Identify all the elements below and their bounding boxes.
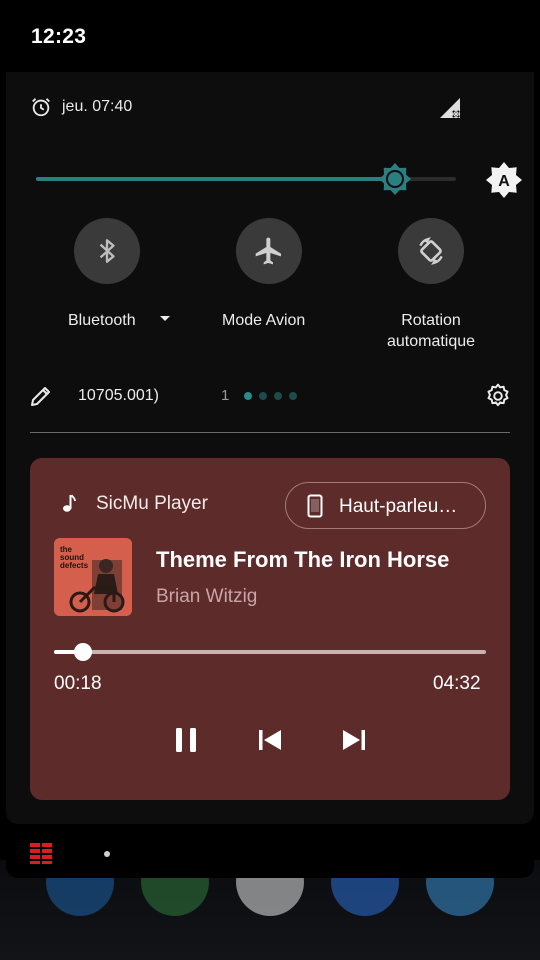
page-dot-3 xyxy=(274,392,282,400)
clock: 12:23 xyxy=(31,25,87,48)
previous-track-button[interactable] xyxy=(254,724,286,756)
build-number: 10705.001) xyxy=(78,387,159,404)
alarm-clock-icon xyxy=(32,98,50,117)
page-dot-4 xyxy=(289,392,297,400)
no-signal-icon xyxy=(440,98,460,118)
pause-button[interactable] xyxy=(170,724,202,756)
brightness-thumb-icon[interactable] xyxy=(378,162,412,196)
elapsed-time: 00:18 xyxy=(54,673,102,694)
settings-gear-icon[interactable] xyxy=(485,383,511,409)
page-dot-1 xyxy=(244,392,252,400)
auto-rotate-label[interactable]: Rotation automatique xyxy=(381,310,481,352)
total-time: 04:32 xyxy=(433,673,481,694)
collapsed-notification[interactable] xyxy=(6,830,534,878)
bluetooth-label[interactable]: Bluetooth xyxy=(68,310,136,331)
airplane-mode-tile[interactable] xyxy=(236,218,302,284)
edit-pencil-icon[interactable] xyxy=(29,384,53,408)
seek-bar-thumb[interactable] xyxy=(74,643,92,661)
airplane-icon xyxy=(255,237,281,265)
separator-dot xyxy=(104,851,110,857)
album-art-image: the sound defects xyxy=(54,538,132,616)
alarm-time: jeu. 07:40 xyxy=(62,98,133,115)
chevron-down-icon[interactable] xyxy=(160,316,170,321)
svg-text:defects: defects xyxy=(60,561,89,570)
auto-brightness-icon[interactable]: A xyxy=(485,161,523,199)
album-art: the sound defects xyxy=(54,538,132,616)
divider xyxy=(30,432,510,433)
page-number: 1 xyxy=(221,387,230,404)
auto-rotate-tile[interactable] xyxy=(398,218,464,284)
rotate-icon xyxy=(419,237,443,265)
status-bar: 12:23 xyxy=(0,0,540,72)
track-artist: Brian Witzig xyxy=(156,586,258,607)
brightness-slider-fill xyxy=(36,177,397,181)
media-app-name: SicMu Player xyxy=(96,493,208,514)
track-title: Theme From The Iron Horse xyxy=(156,547,450,572)
next-track-button[interactable] xyxy=(338,724,370,756)
bluetooth-tile[interactable] xyxy=(74,218,140,284)
phone-device-icon xyxy=(307,494,323,518)
music-note-icon xyxy=(63,494,76,512)
app-notification-icon xyxy=(30,842,52,864)
page-dot-2 xyxy=(259,392,267,400)
auto-rotate-label-line1: Rotation xyxy=(401,312,461,329)
auto-brightness-letter: A xyxy=(498,173,510,190)
auto-rotate-label-line2: automatique xyxy=(386,333,476,350)
seek-bar-track[interactable] xyxy=(54,650,486,654)
next-alarm[interactable]: jeu. 07:40 xyxy=(30,96,132,118)
bluetooth-icon xyxy=(99,239,115,263)
output-device-label: Haut-parleu… xyxy=(339,496,458,517)
airplane-mode-label[interactable]: Mode Avion xyxy=(222,310,305,331)
